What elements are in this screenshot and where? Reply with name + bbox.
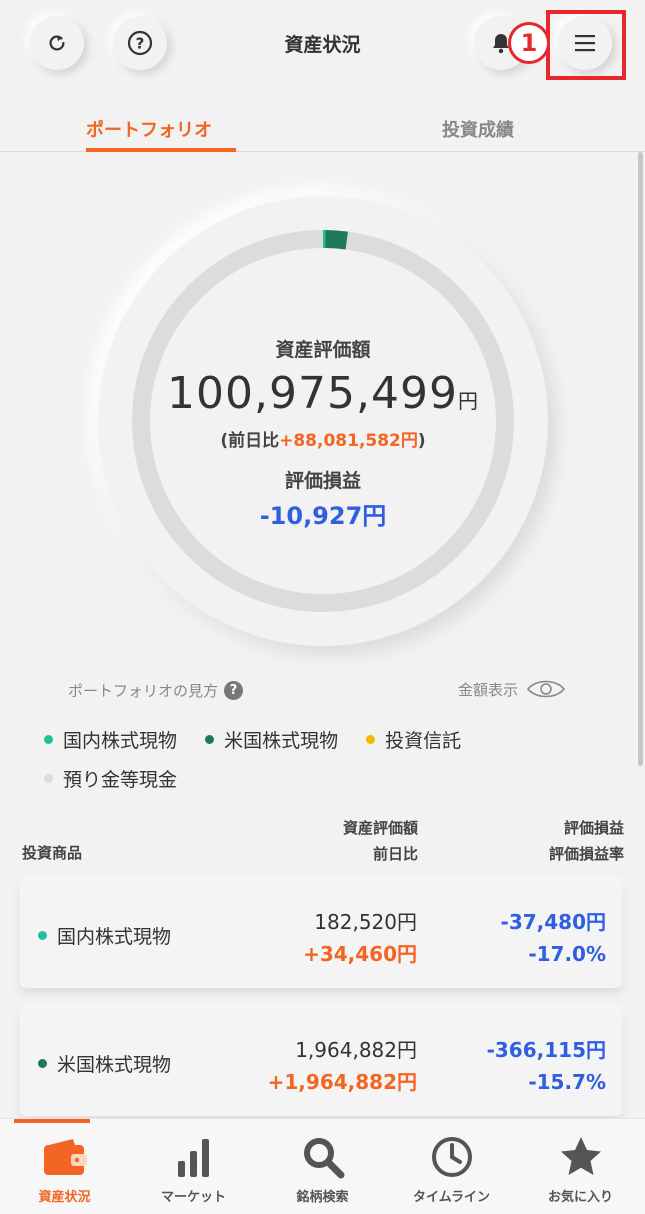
- nav-label: タイムライン: [412, 1190, 491, 1205]
- holding-pl: -37,480円: [500, 910, 606, 934]
- legend-item: 投資信託: [366, 726, 461, 753]
- holding-change: +34,460円: [303, 942, 417, 966]
- legend-item: 国内株式現物: [44, 726, 177, 753]
- asset-value: 100,975,499円: [98, 368, 548, 419]
- holding-value: 1,964,882円: [295, 1038, 417, 1062]
- portfolio-howto-link[interactable]: ポートフォリオの見方 ?: [68, 680, 244, 701]
- column-header-asset-value: 資産評価額: [342, 819, 418, 837]
- annotation-number-badge: 1: [508, 22, 550, 64]
- portfolio-tabs: ポートフォリオ 投資成績: [0, 100, 645, 152]
- legend-dot: [44, 774, 53, 783]
- clock-icon: [387, 1133, 516, 1181]
- bottom-navigation: 資産状況 マーケット 銘柄検索 タイムライン お気に入り: [0, 1118, 645, 1214]
- app-header: ? 資産状況 1: [0, 0, 645, 88]
- holding-value: 182,520円: [314, 910, 417, 934]
- holding-dot: [38, 931, 47, 940]
- wallet-icon: [0, 1133, 129, 1181]
- nav-label: マーケット: [160, 1190, 226, 1205]
- holding-change: +1,964,882円: [267, 1070, 417, 1094]
- asset-value-unit: 円: [457, 389, 479, 413]
- amount-display-toggle[interactable]: 金額表示: [458, 678, 566, 700]
- legend-label: 投資信託: [385, 730, 462, 752]
- legend-dot: [366, 735, 376, 744]
- asset-value-number: 100,975,499: [167, 368, 458, 419]
- column-header-product: 投資商品: [22, 844, 83, 862]
- column-header-pl-rate: 評価損益率: [548, 845, 624, 863]
- holding-card[interactable]: 国内株式現物 182,520円 +34,460円 -37,480円 -17.0%: [20, 880, 622, 988]
- holding-name-text: 国内株式現物: [57, 926, 172, 948]
- active-tab-indicator: [86, 148, 236, 152]
- tab-portfolio[interactable]: ポートフォリオ: [86, 116, 212, 142]
- bar-chart-icon: [129, 1133, 258, 1181]
- holding-value-block: 1,964,882円 +1,964,882円: [268, 1034, 417, 1098]
- previous-day-change: (前日比+88,081,582円): [98, 426, 548, 451]
- legend-label: 国内株式現物: [63, 730, 178, 752]
- nav-item-assets[interactable]: 資産状況: [0, 1119, 129, 1214]
- legend-dot: [44, 735, 53, 744]
- column-header-value: 資産評価額 前日比: [300, 815, 418, 867]
- donut-svg: [132, 230, 514, 612]
- legend-dot: [205, 735, 215, 744]
- star-icon: [516, 1133, 645, 1181]
- nav-item-market[interactable]: マーケット: [129, 1119, 258, 1214]
- prev-prefix: (前日比: [220, 431, 280, 451]
- legend-item: 預り金等現金: [44, 765, 177, 792]
- holding-name-text: 米国株式現物: [57, 1054, 172, 1076]
- legend-label: 米国株式現物: [224, 730, 339, 752]
- holding-name: 国内株式現物: [38, 922, 171, 949]
- asset-value-label: 資産評価額: [275, 339, 371, 361]
- column-header-pl: 評価損益: [563, 819, 624, 837]
- holding-pl-rate: -15.7%: [528, 1070, 606, 1094]
- nav-item-timeline[interactable]: タイムライン: [387, 1119, 516, 1214]
- nav-label: 銘柄検索: [296, 1190, 349, 1205]
- legend-item: 米国株式現物: [205, 726, 338, 753]
- search-icon: [258, 1133, 387, 1181]
- eye-icon: [526, 680, 566, 698]
- tab-investment-results[interactable]: 投資成績: [442, 116, 514, 142]
- holding-pl-block: -37,480円 -17.0%: [501, 906, 606, 970]
- profit-loss-value: -10,927円: [259, 502, 387, 530]
- nav-label: 資産状況: [38, 1190, 91, 1205]
- howto-label: ポートフォリオの見方: [68, 682, 219, 700]
- holding-value-block: 182,520円 +34,460円: [303, 906, 417, 970]
- holding-dot: [38, 1059, 47, 1068]
- chart-legend: 国内株式現物 米国株式現物 投資信託 預り金等現金: [44, 726, 604, 804]
- holding-pl-rate: -17.0%: [528, 942, 606, 966]
- column-header-prev-day: 前日比: [372, 845, 418, 863]
- nav-label: お気に入り: [547, 1190, 613, 1205]
- profit-loss-label: 評価損益: [284, 470, 361, 492]
- amount-toggle-label: 金額表示: [458, 680, 519, 699]
- asset-donut-chart: [98, 196, 548, 646]
- question-circle-icon: ?: [224, 681, 244, 700]
- holding-name: 米国株式現物: [38, 1050, 171, 1077]
- holding-pl: -366,115円: [486, 1038, 606, 1062]
- donut-slice-4: [132, 230, 514, 612]
- prev-suffix: ): [417, 431, 426, 451]
- holding-pl-block: -366,115円 -15.7%: [487, 1034, 606, 1098]
- prev-day-change-value: +88,081,582円: [279, 431, 418, 451]
- legend-label: 預り金等現金: [63, 769, 178, 791]
- annotation-highlight-box: [546, 10, 626, 80]
- scrollbar[interactable]: [638, 152, 643, 766]
- nav-item-search[interactable]: 銘柄検索: [258, 1119, 387, 1214]
- holding-card[interactable]: 米国株式現物 1,964,882円 +1,964,882円 -366,115円 …: [20, 1008, 622, 1116]
- column-header-profit-loss: 評価損益 評価損益率: [500, 815, 624, 867]
- nav-item-favorites[interactable]: お気に入り: [516, 1119, 645, 1214]
